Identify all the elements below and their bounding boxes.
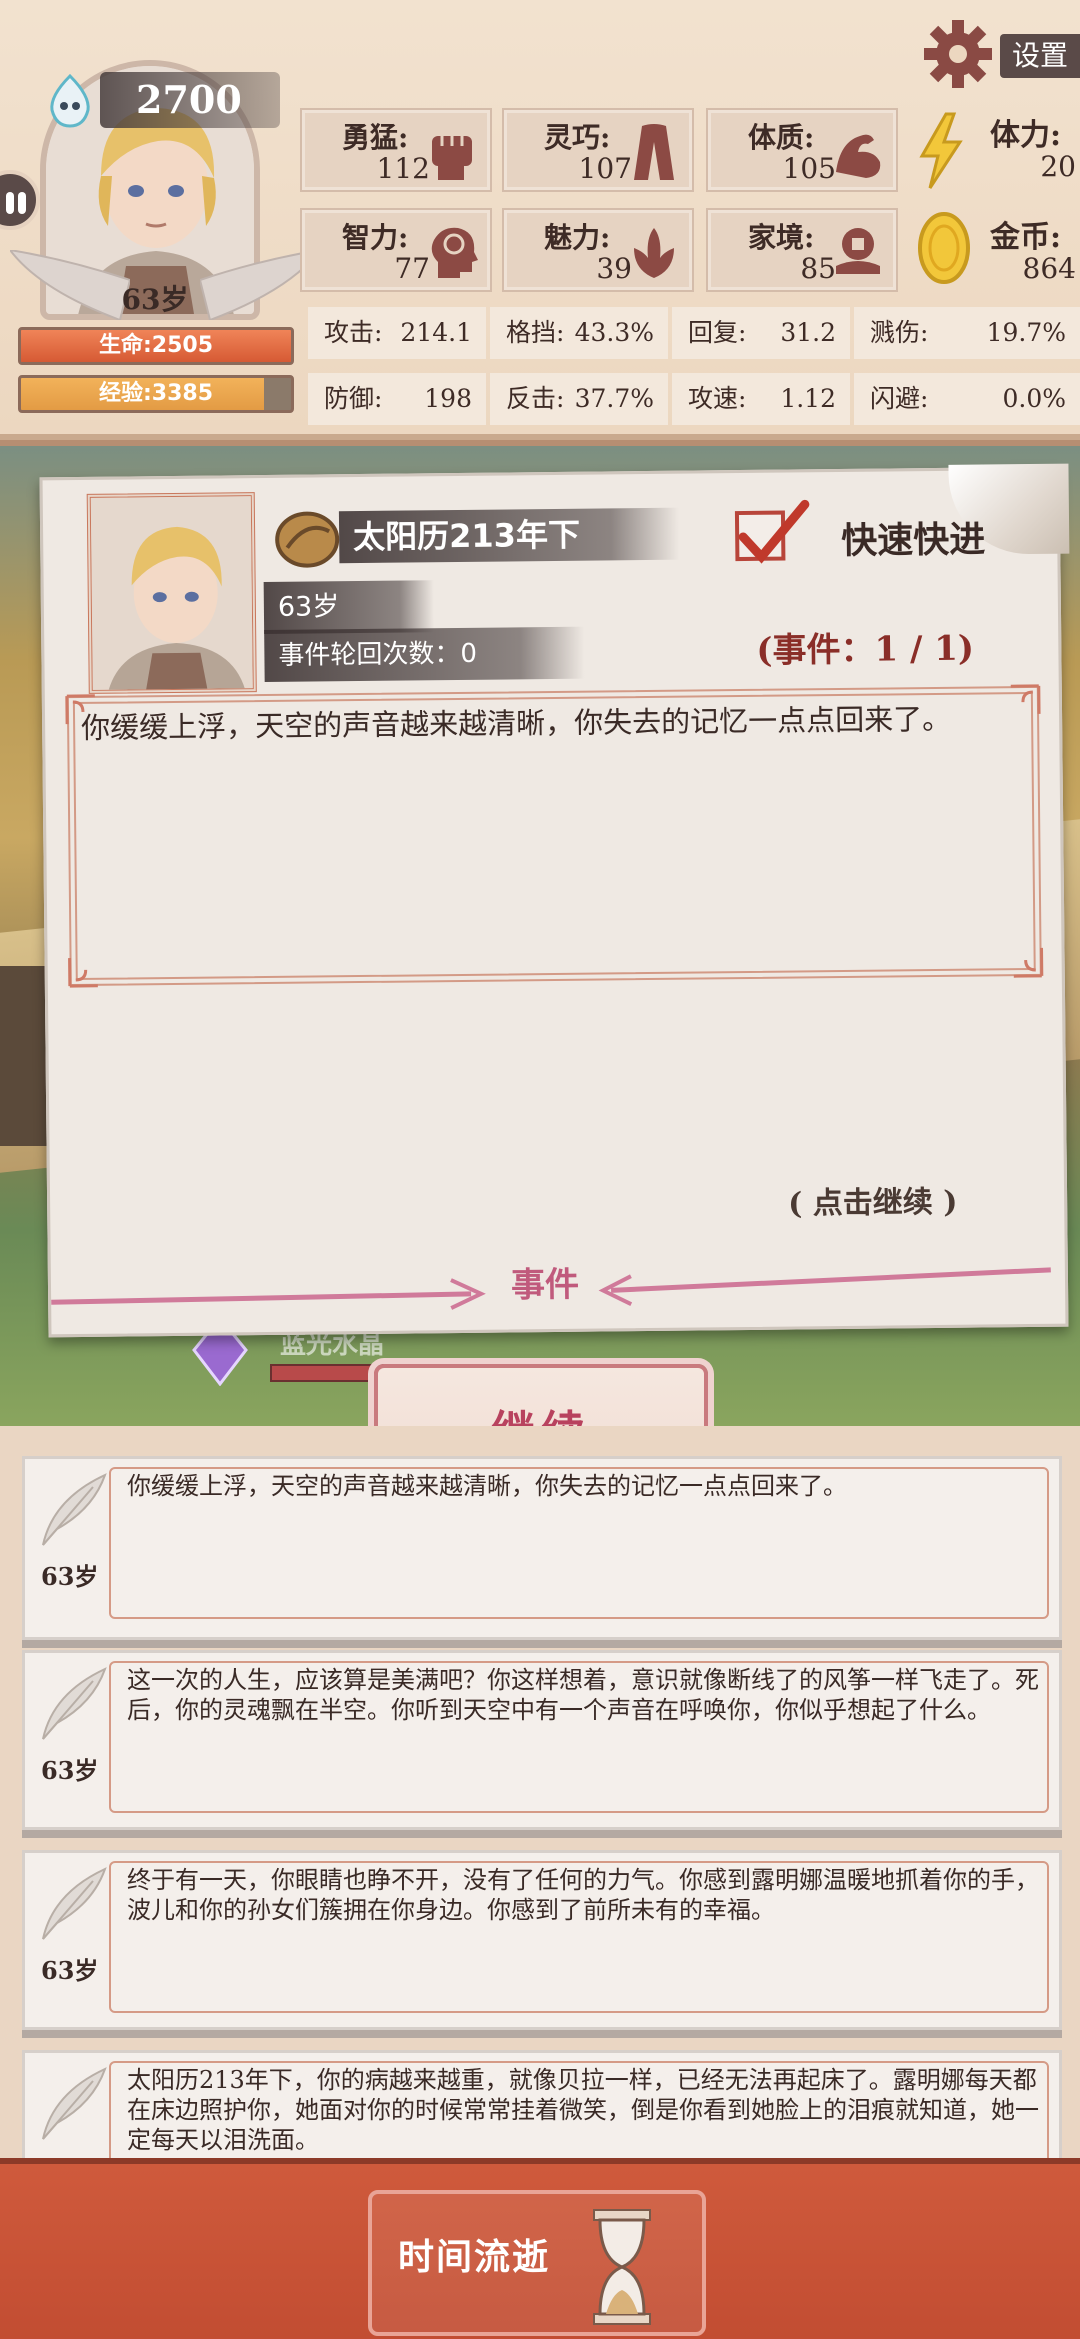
attr-intelligence[interactable]: 智力: 77 bbox=[300, 208, 492, 292]
attr-label: 魅力: bbox=[544, 221, 611, 254]
player-age: 63岁 bbox=[121, 283, 189, 316]
log-entry[interactable]: 63岁 这一次的人生，应该算是美满吧？你这样想着，意识就像断线了的风筝一样飞走了… bbox=[22, 1650, 1062, 1830]
combat-stat: 回复: 31.2 bbox=[672, 307, 850, 359]
attr-label: 智力: bbox=[342, 221, 409, 254]
attr-label: 灵巧: bbox=[544, 121, 611, 154]
time-passes-label: 时间流逝 bbox=[398, 2236, 551, 2278]
event-text-frame: 你缓缓上浮，天空的声音越来越清晰，你失去的记忆一点点回来了。 bbox=[65, 684, 1044, 988]
checkmark-icon bbox=[738, 499, 810, 564]
event-date: 太阳历213年下 bbox=[338, 507, 680, 564]
quick-forward-label: 快速快进 bbox=[841, 518, 986, 562]
chat-bubble-button[interactable] bbox=[0, 170, 40, 230]
attr-value: 85 bbox=[800, 252, 836, 285]
log-age: 63岁 bbox=[41, 1756, 99, 1785]
spirit-gem-icon bbox=[50, 73, 90, 128]
feather-icon bbox=[42, 1867, 107, 1940]
attr-label: 体质: bbox=[748, 121, 815, 154]
event-log: 63岁 你缓缓上浮，天空的声音越来越清晰，你失去的记忆一点点回来了。 63岁 这… bbox=[0, 1426, 1080, 2230]
exp-bar: 经验:3385 bbox=[18, 375, 294, 413]
log-age: 63岁 bbox=[41, 1562, 99, 1591]
feather-icon bbox=[42, 1667, 107, 1740]
stamina-value: 20 bbox=[1040, 150, 1076, 183]
combat-stat: 闪避: 0.0% bbox=[854, 373, 1080, 425]
combat-stat: 格挡: 43.3% bbox=[490, 307, 668, 359]
hourglass-icon bbox=[593, 2209, 651, 2325]
feather-icon bbox=[42, 1473, 107, 1546]
attr-value: 77 bbox=[394, 252, 430, 285]
event-card[interactable]: 太阳历213年下 63岁 事件轮回次数：0 快速快进 (事件：1 / 1) 你缓… bbox=[39, 463, 1070, 1338]
attr-label: 勇猛: bbox=[342, 121, 409, 154]
log-text: 你缓缓上浮，天空的声音越来越清晰，你失去的记忆一点点回来了。 bbox=[127, 1472, 847, 1500]
money-bag-icon bbox=[836, 228, 880, 274]
section-label: 事件 bbox=[510, 1264, 580, 1306]
character-portrait-icon bbox=[90, 496, 257, 694]
brain-head-icon bbox=[431, 227, 478, 278]
hp-bar: 生命:2505 bbox=[18, 327, 294, 365]
log-text: 终于有一天，你眼睛也睁不开，没有了任何的力气。你感到露明娜温暖地抓着你的手，波儿… bbox=[127, 1866, 1039, 1924]
attr-value: 105 bbox=[782, 152, 836, 185]
attr-label: 家境: bbox=[748, 221, 815, 254]
quick-forward-checkbox[interactable] bbox=[734, 499, 810, 564]
corner-ornament-icon bbox=[68, 958, 98, 988]
attr-charm[interactable]: 魅力: 39 bbox=[502, 208, 694, 292]
corner-ornament-icon bbox=[1013, 947, 1044, 978]
event-text: 你缓缓上浮，天空的声音越来越清晰，你失去的记忆一点点回来了。 bbox=[80, 701, 952, 745]
gold-value: 864 bbox=[1022, 252, 1076, 285]
gold-coin-icon bbox=[918, 212, 970, 284]
attr-constitution[interactable]: 体质: 105 bbox=[706, 108, 898, 192]
tap-to-continue-hint[interactable]: ( 点击继续 ) bbox=[788, 1177, 958, 1223]
event-avatar bbox=[86, 492, 257, 694]
attr-value: 39 bbox=[596, 252, 632, 285]
event-age: 63岁 bbox=[263, 580, 435, 635]
log-age: 63岁 bbox=[41, 1956, 99, 1985]
event-cycles: 事件轮回次数：0 bbox=[264, 626, 585, 683]
combat-stat: 溅伤: 19.7% bbox=[854, 307, 1080, 359]
bottom-bar: 时间流逝 bbox=[0, 2158, 1080, 2339]
log-text: 太阳历213年下，你的病越来越重，就像贝拉一样，已经无法再起床了。露明娜每天都在… bbox=[127, 2066, 1039, 2154]
attr-agility[interactable]: 灵巧: 107 bbox=[502, 108, 694, 192]
bean-coin-icon bbox=[275, 511, 340, 568]
attr-value: 107 bbox=[578, 152, 632, 185]
combat-stat: 反击: 37.7% bbox=[490, 373, 668, 425]
gear-icon bbox=[924, 20, 992, 88]
muscle-arm-icon bbox=[836, 134, 881, 178]
exp-text: 经验:3385 bbox=[98, 381, 214, 406]
cloak-icon bbox=[634, 124, 674, 180]
feather-icon bbox=[42, 2067, 107, 2140]
stamina-label: 体力: bbox=[990, 118, 1062, 153]
attr-value: 112 bbox=[376, 152, 430, 185]
fist-icon bbox=[432, 136, 472, 180]
status-header: 2700 63岁 生命:2505 经验:3385 勇猛: 112 灵巧: 107… bbox=[0, 0, 1080, 450]
event-counter: (事件：1 / 1) bbox=[756, 628, 975, 671]
quick-forward-toggle[interactable]: 快速快进 bbox=[723, 499, 1024, 567]
log-entry[interactable]: 63岁 终于有一天，你眼睛也睁不开，没有了任何的力气。你感到露明娜温暖地抓着你的… bbox=[22, 1850, 1062, 2030]
time-passes-button[interactable]: 时间流逝 bbox=[368, 2190, 706, 2336]
combat-stat: 攻速: 1.12 bbox=[672, 373, 850, 425]
combat-stat: 防御: 198 bbox=[308, 373, 486, 425]
log-entry[interactable]: 63岁 你缓缓上浮，天空的声音越来越清晰，你失去的记忆一点点回来了。 bbox=[22, 1456, 1062, 1640]
settings-button[interactable]: 设置 bbox=[918, 18, 1080, 90]
log-text: 这一次的人生，应该算是美满吧？你这样想着，意识就像断线了的风筝一样飞走了。死后，… bbox=[127, 1666, 1039, 1724]
score-display: 2700 bbox=[100, 72, 280, 128]
lightning-icon bbox=[919, 112, 963, 189]
hp-text: 生命:2505 bbox=[98, 333, 214, 358]
gold-label: 金币: bbox=[990, 220, 1062, 255]
combat-stat: 攻击: 214.1 bbox=[308, 307, 486, 359]
attr-family-wealth[interactable]: 家境: 85 bbox=[706, 208, 898, 292]
flower-icon bbox=[634, 228, 674, 278]
combat-stats: 攻击: 214.1 格挡: 43.3% 回复: 31.2 溅伤: 19.7% 防御: 19… bbox=[308, 307, 1080, 427]
settings-label: 设置 bbox=[1000, 34, 1080, 78]
attr-bravery[interactable]: 勇猛: 112 bbox=[300, 108, 492, 192]
